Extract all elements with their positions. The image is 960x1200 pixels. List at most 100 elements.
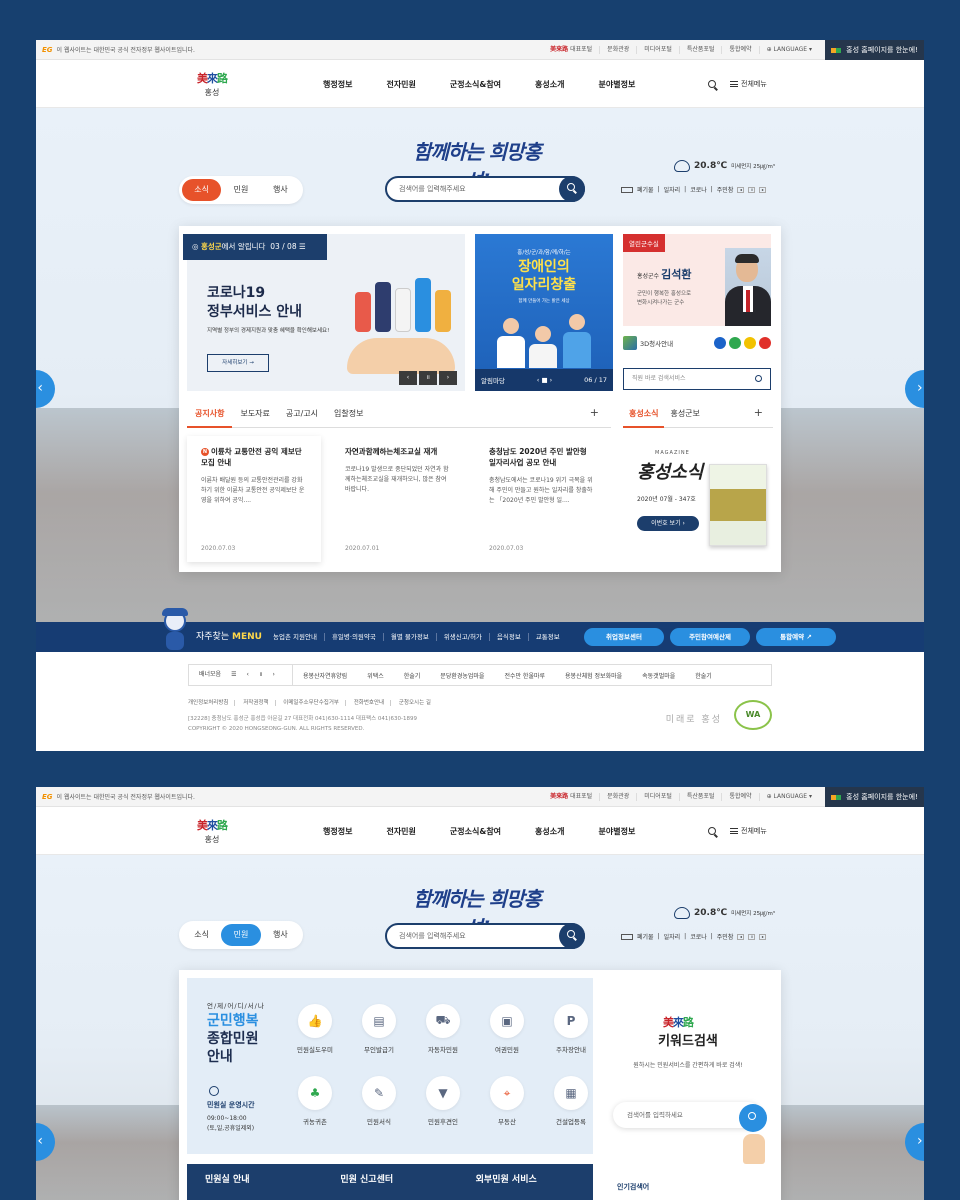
banner-link[interactable]: 한술기: [685, 671, 722, 680]
service-parking[interactable]: P 주차장안내: [543, 1004, 599, 1054]
news-card[interactable]: 자연과함께하는체조교실 재개 코로나19 발생으로 중단되었던 자연과 함께하는…: [331, 436, 465, 562]
service-kiosk[interactable]: ▤ 무인발급기: [351, 1004, 407, 1054]
governor-box[interactable]: 열린군수실 홍성군수 김석환 군민이 행복한 홍성으로 변화시켜나가는 군수: [623, 234, 771, 326]
homepage-overview-button[interactable]: 홍성 홈페이지를 한눈에!: [825, 40, 924, 60]
link-reserve[interactable]: 통합예약: [721, 793, 758, 801]
link-products[interactable]: 특산품포털: [678, 46, 722, 54]
news-keyword[interactable]: 일자리: [664, 932, 681, 941]
link-media[interactable]: 미디어포털: [636, 793, 679, 801]
tab-gunbo[interactable]: 홍성군보: [664, 408, 705, 419]
service-realestate[interactable]: ⌖ 부동산: [479, 1076, 535, 1126]
banner-link[interactable]: 용봉산체험 정보화마을: [555, 671, 632, 680]
news-keyword[interactable]: 코로나: [690, 932, 707, 941]
pause-icon[interactable]: ॥: [748, 186, 756, 193]
banner-link[interactable]: 위택스: [357, 671, 394, 680]
footer-link[interactable]: 전화번호안내: [353, 700, 392, 706]
site-logo[interactable]: 美來路 홍성: [192, 817, 232, 845]
nav-item-intro[interactable]: 홍성소개: [518, 826, 581, 837]
tab-hongseong-news[interactable]: 홍성소식: [623, 400, 665, 428]
nav-item-intro[interactable]: 홍성소개: [518, 79, 581, 90]
service-farming[interactable]: ♣ 귀농귀촌: [287, 1076, 343, 1126]
report-center-link[interactable]: 민원 신고센터: [322, 1172, 457, 1200]
news-keyword[interactable]: 주민참: [717, 932, 734, 941]
search-icon[interactable]: [708, 80, 716, 88]
tab-news[interactable]: 소식: [182, 924, 221, 946]
job-center-button[interactable]: 취업정보센터: [584, 628, 664, 646]
reservation-button[interactable]: 통합예약 ↗: [756, 628, 836, 646]
quick-link[interactable]: 월별 물가정보: [382, 633, 436, 641]
footer-link[interactable]: 저작권정책: [243, 700, 276, 706]
news-keyword[interactable]: 폐기물: [637, 932, 654, 941]
magazine-cover[interactable]: [709, 464, 767, 546]
next-icon[interactable]: ›: [439, 371, 457, 385]
footer-link[interactable]: 이메일주소무단수집거부: [283, 700, 346, 706]
keyword-search-button[interactable]: [739, 1104, 767, 1132]
site-logo[interactable]: 美來路 홍성: [192, 70, 232, 98]
quick-link[interactable]: 위생신고/허가: [435, 633, 489, 641]
3d-tour-link[interactable]: 3D청사안내: [640, 338, 673, 348]
prev-icon[interactable]: ‹: [246, 665, 248, 685]
banner-link[interactable]: 한술기: [394, 671, 431, 680]
news-keyword[interactable]: 코로나: [690, 185, 707, 194]
prev-icon[interactable]: ‹: [399, 371, 417, 385]
nav-item-fields[interactable]: 분야별정보: [582, 79, 653, 90]
service-passport[interactable]: ▣ 여권민원: [479, 1004, 535, 1054]
nav-item-admin[interactable]: 행정정보: [306, 79, 369, 90]
magazine-view-button[interactable]: 이번호 보기 ›: [637, 516, 699, 531]
link-media[interactable]: 미디어포털: [636, 46, 679, 54]
search-button[interactable]: [559, 923, 585, 949]
service-forms[interactable]: ✎ 민원서식: [351, 1076, 407, 1126]
news-card[interactable]: N 이륜차 교통안전 공익 제보단 모집 안내 이륜차 배달원 등의 교통안전관리…: [187, 436, 321, 562]
search-icon[interactable]: [755, 375, 762, 382]
news-keyword[interactable]: 폐기물: [637, 185, 654, 194]
nav-item-admin[interactable]: 행정정보: [306, 826, 369, 837]
service-construction[interactable]: ▦ 건설업등록: [543, 1076, 599, 1126]
kakao-icon[interactable]: [744, 337, 756, 349]
tab-civil[interactable]: 민원: [221, 924, 261, 946]
nav-item-civil[interactable]: 전자민원: [369, 826, 432, 837]
link-culture[interactable]: 문화관광: [599, 46, 636, 54]
search-button[interactable]: [559, 176, 585, 202]
banner-link[interactable]: 용봉산자연휴양림: [293, 671, 357, 680]
main-search-input[interactable]: 검색어를 입력해주세요: [385, 176, 585, 202]
tab-events[interactable]: 행사: [261, 179, 300, 201]
banner-link[interactable]: 문당환경농업마을: [430, 671, 494, 680]
next-icon[interactable]: ▸: [759, 186, 767, 193]
blog-icon[interactable]: [729, 337, 741, 349]
tab-civil[interactable]: 민원: [221, 179, 260, 201]
prev-icon[interactable]: ◂: [737, 933, 745, 940]
link-culture[interactable]: 문화관광: [599, 793, 636, 801]
tab-news[interactable]: 소식: [182, 179, 222, 201]
service-helper[interactable]: 👍 민원실도우미: [287, 1004, 343, 1054]
nav-item-fields[interactable]: 분야별정보: [582, 826, 653, 837]
civil-office-link[interactable]: 민원실 안내: [187, 1172, 322, 1200]
link-portal[interactable]: 美來路 대표포털: [543, 793, 599, 801]
news-card[interactable]: 충청남도 2020년 주민 발안형 일자리사업 공모 안내 충청남도에서는 코로…: [475, 436, 609, 562]
youtube-icon[interactable]: [759, 337, 771, 349]
language-select[interactable]: ⊕ LANGUAGE ▾: [758, 46, 819, 54]
service-vehicle[interactable]: ⛟ 자동차민원: [415, 1004, 471, 1054]
pause-icon[interactable]: ॥: [748, 933, 756, 940]
notice-banner[interactable]: ◎ 홍성군에서 알립니다 03 / 08 ☰ 코로나19 정부서비스 안내 지역별…: [183, 234, 465, 391]
quick-link[interactable]: 교통정보: [527, 633, 567, 641]
quick-link[interactable]: 휴일병·의원약국: [323, 633, 383, 641]
nav-item-news[interactable]: 군정소식&참여: [433, 826, 518, 837]
tab-announce[interactable]: 공고/고시: [278, 408, 326, 419]
hero-prev-button[interactable]: ‹: [36, 370, 55, 408]
all-menu-button[interactable]: 전체메뉴: [730, 79, 767, 89]
banner-link[interactable]: 속동갯벌마을: [632, 671, 685, 680]
staff-search-input[interactable]: 직원 바로 검색서비스: [623, 368, 771, 390]
facebook-icon[interactable]: [714, 337, 726, 349]
tab-press[interactable]: 보도자료: [232, 408, 277, 419]
footer-link[interactable]: 개인정보처리방침: [188, 700, 236, 706]
search-icon[interactable]: [708, 827, 716, 835]
hero-next-button[interactable]: ›: [905, 370, 924, 408]
more-plus-icon[interactable]: +: [748, 406, 769, 419]
nav-item-civil[interactable]: 전자민원: [369, 79, 432, 90]
job-banner[interactable]: 홍/성/군/과/함/께/하/는 장애인의 일자리창출 함께 만들어 가는 밝은 세…: [475, 234, 613, 391]
prev-icon[interactable]: ◂: [737, 186, 745, 193]
main-search-input[interactable]: 검색어를 입력해주세요: [385, 923, 585, 949]
quick-link[interactable]: 농업촌 지원안내: [266, 633, 324, 641]
quick-link[interactable]: 음식정보: [488, 633, 528, 641]
pause-icon[interactable]: ॥: [259, 665, 263, 685]
